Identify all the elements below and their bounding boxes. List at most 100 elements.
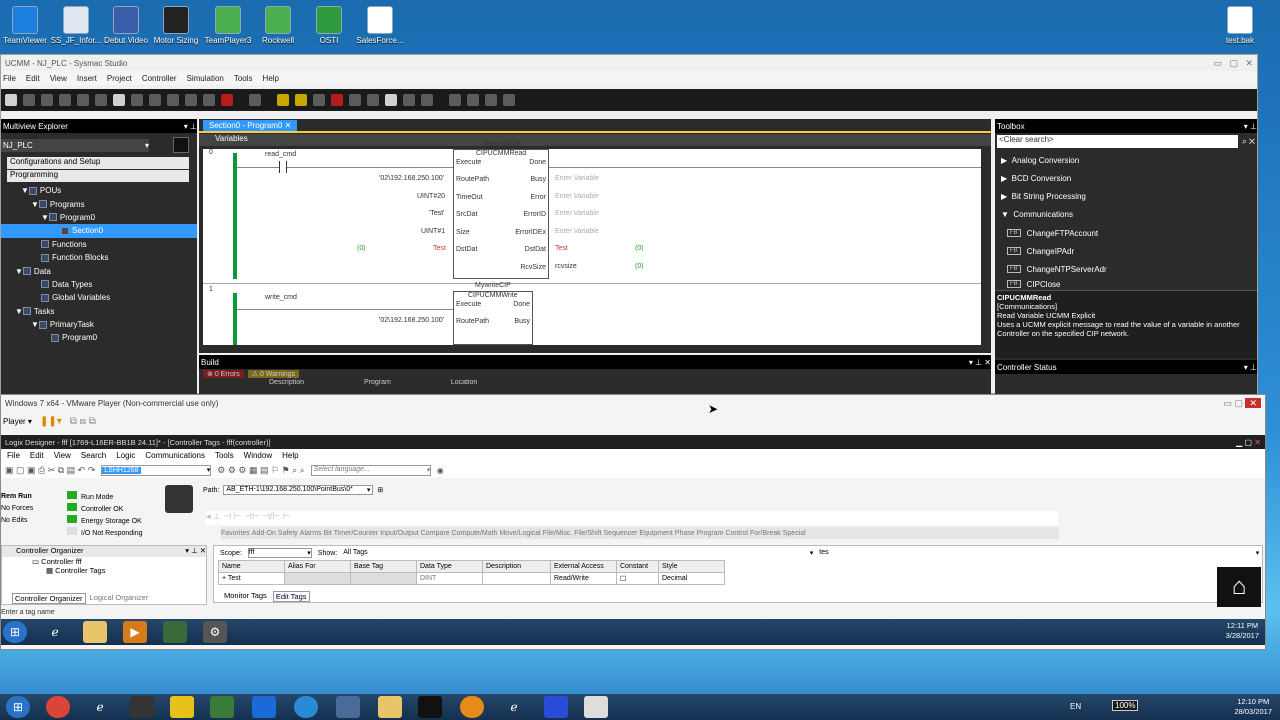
- table-row[interactable]: + Test DINT Read/Write ☐ Decimal: [218, 572, 725, 585]
- vmware-window-controls[interactable]: ▭ ▢ ✕: [1223, 397, 1261, 409]
- device-select[interactable]: NJ_PLC ▾: [1, 138, 149, 152]
- warnings-filter[interactable]: ⚠ 0 Warnings: [247, 370, 300, 378]
- menu-simulation[interactable]: Simulation: [187, 74, 224, 83]
- tree-pous[interactable]: ▼ POUs: [1, 184, 197, 197]
- constant-checkbox[interactable]: ☐: [616, 572, 659, 585]
- tool-icon[interactable]: [131, 94, 143, 106]
- menu-file[interactable]: File: [3, 74, 16, 83]
- menu-controller[interactable]: Controller: [142, 74, 177, 83]
- variables-bar[interactable]: Variables: [199, 134, 991, 146]
- organizer-controller[interactable]: ▭ Controller fff: [2, 557, 206, 566]
- toolbox-item-cipclose[interactable]: FB CIPClose: [995, 278, 1257, 290]
- input-routepath-value[interactable]: '02\192.168.250.100': [379, 175, 444, 182]
- scope-select[interactable]: fff ▾: [247, 548, 312, 558]
- ie-icon[interactable]: ℯ: [43, 621, 67, 643]
- tree-global-variables[interactable]: Global Variables: [1, 291, 197, 304]
- battery-indicator[interactable]: 100%: [1112, 700, 1139, 711]
- app3-icon[interactable]: [210, 696, 234, 718]
- desktop-icon-debut[interactable]: Debut Video: [98, 6, 154, 45]
- pin-icon[interactable]: ▾ ⊥: [184, 122, 197, 131]
- tree-programs[interactable]: ▼ Programs: [1, 197, 197, 210]
- menu-edit[interactable]: Edit: [26, 74, 40, 83]
- tag-filter-input[interactable]: tes ▾: [819, 549, 1259, 557]
- skype-icon[interactable]: [294, 696, 318, 718]
- toolbox-item-changeftpaccount[interactable]: FB ChangeFTPAccount: [995, 224, 1257, 242]
- folder-icon[interactable]: [378, 696, 402, 718]
- search-icon[interactable]: ⌕ ✕: [1242, 137, 1255, 147]
- device-icon[interactable]: [173, 137, 189, 153]
- network-app-icon[interactable]: [336, 696, 360, 718]
- section-programming[interactable]: Programming: [7, 170, 189, 182]
- output-errorid-value[interactable]: Enter Variable: [555, 210, 599, 217]
- app-icon[interactable]: [130, 696, 154, 718]
- warning-icon[interactable]: [277, 94, 289, 106]
- save-icon[interactable]: [113, 94, 125, 106]
- language-select[interactable]: Select language... ▾: [310, 464, 431, 476]
- tree-task-program0[interactable]: Program0: [1, 331, 197, 344]
- app5-icon[interactable]: [460, 696, 484, 718]
- desktop-icon-motor[interactable]: Motor Sizing: [148, 6, 204, 45]
- app2-icon[interactable]: [170, 696, 194, 718]
- tree-section0[interactable]: Section0: [1, 224, 197, 238]
- omron-icon[interactable]: [544, 696, 568, 718]
- search-icon[interactable]: [185, 94, 197, 106]
- input-timeout-value[interactable]: UINT#20: [417, 193, 445, 200]
- path-select[interactable]: AB_ETH-1\192.168.250.100\PointBus\0* ▾: [223, 485, 374, 495]
- host-clock[interactable]: 12:10 PM 28/03/2017: [1234, 697, 1272, 717]
- output-rcvsize-value[interactable]: rcvsize: [555, 263, 577, 270]
- window-controls[interactable]: ▭ ▢ ✕: [1213, 58, 1253, 69]
- vm-settings-icon[interactable]: ⧉ ⧈ ⧉: [70, 416, 96, 427]
- output-busy-value[interactable]: Enter Variable: [555, 175, 599, 182]
- zoom-fit-icon[interactable]: [449, 94, 461, 106]
- ie2-icon[interactable]: ℯ: [502, 696, 526, 718]
- write-routepath-value[interactable]: '02\192.168.250.100': [379, 317, 444, 324]
- contact-read-cmd[interactable]: read_cmd: [265, 151, 296, 158]
- fb-instance-name[interactable]: MyReadCIP: [483, 141, 521, 148]
- toolbox-cat-bcd[interactable]: ▶ BCD Conversion: [995, 170, 1257, 188]
- language-indicator[interactable]: EN: [1070, 702, 1081, 711]
- stop-icon[interactable]: [221, 94, 233, 106]
- app4-icon[interactable]: [252, 696, 276, 718]
- toolbox-search-input[interactable]: <Clear search>: [997, 135, 1239, 148]
- toolbox-cat-communications[interactable]: ▼ Communications: [995, 206, 1257, 224]
- wrench-icon[interactable]: [149, 94, 161, 106]
- online-icon[interactable]: [295, 94, 307, 106]
- doc-icon[interactable]: [584, 696, 608, 718]
- menu-view[interactable]: View: [50, 74, 67, 83]
- menu-insert[interactable]: Insert: [77, 74, 97, 83]
- transfer2-icon[interactable]: [367, 94, 379, 106]
- section-config[interactable]: Configurations and Setup: [7, 157, 189, 169]
- start-button[interactable]: ⊞: [6, 696, 30, 718]
- tab-section0[interactable]: Section0 - Program0 ✕: [203, 120, 298, 131]
- desktop-icon-osti[interactable]: OSTI: [301, 6, 357, 45]
- close-icon[interactable]: ▾ ⊥ ✕: [969, 358, 991, 367]
- desktop-icon-teamplayer[interactable]: TeamPlayer3: [200, 6, 256, 45]
- fb-cipucmmwrite[interactable]: CIPUCMMWrite Execute RoutePath Done Busy: [453, 291, 533, 345]
- errors-filter[interactable]: ⊗ 0 Errors: [203, 370, 244, 378]
- output-error-value[interactable]: Enter Variable: [555, 193, 599, 200]
- start-button[interactable]: ⊞: [3, 621, 27, 643]
- chrome-icon[interactable]: [46, 696, 70, 718]
- output-erroridex-value[interactable]: Enter Variable: [555, 228, 599, 235]
- home-overlay-icon[interactable]: ⌂: [1217, 567, 1261, 607]
- transfer-icon[interactable]: [349, 94, 361, 106]
- fb-write-instance[interactable]: MywriteCIP: [475, 282, 511, 289]
- guest-clock[interactable]: 12:11 PM 3/28/2017: [1226, 621, 1259, 641]
- help-icon[interactable]: ◉: [437, 466, 444, 475]
- ie-icon[interactable]: ℯ: [88, 696, 112, 718]
- tag-combo[interactable]: LSHH1268 ▾: [101, 464, 212, 476]
- zoom-reset-icon[interactable]: [503, 94, 515, 106]
- tree-data[interactable]: ▼ Data: [1, 264, 197, 277]
- menu-tools[interactable]: Tools: [234, 74, 253, 83]
- tree-functions[interactable]: Functions: [1, 238, 197, 251]
- menu-project[interactable]: Project: [107, 74, 132, 83]
- desktop-icon-salesforce[interactable]: SalesForce...: [352, 6, 408, 45]
- close-icon[interactable]: ▾ ⊥ ✕: [185, 546, 206, 557]
- compile-icon[interactable]: [167, 94, 179, 106]
- reset-icon[interactable]: [385, 94, 397, 106]
- fb-cipucmmread[interactable]: CIPUCMMRead Execute RoutePath TimeOut Sr…: [453, 149, 549, 279]
- tree-program0[interactable]: ▼ Program0: [1, 211, 197, 224]
- controller-icon[interactable]: [165, 485, 193, 513]
- show-select[interactable]: All Tags ▾: [343, 549, 813, 557]
- contact-write-cmd[interactable]: write_cmd: [265, 294, 297, 301]
